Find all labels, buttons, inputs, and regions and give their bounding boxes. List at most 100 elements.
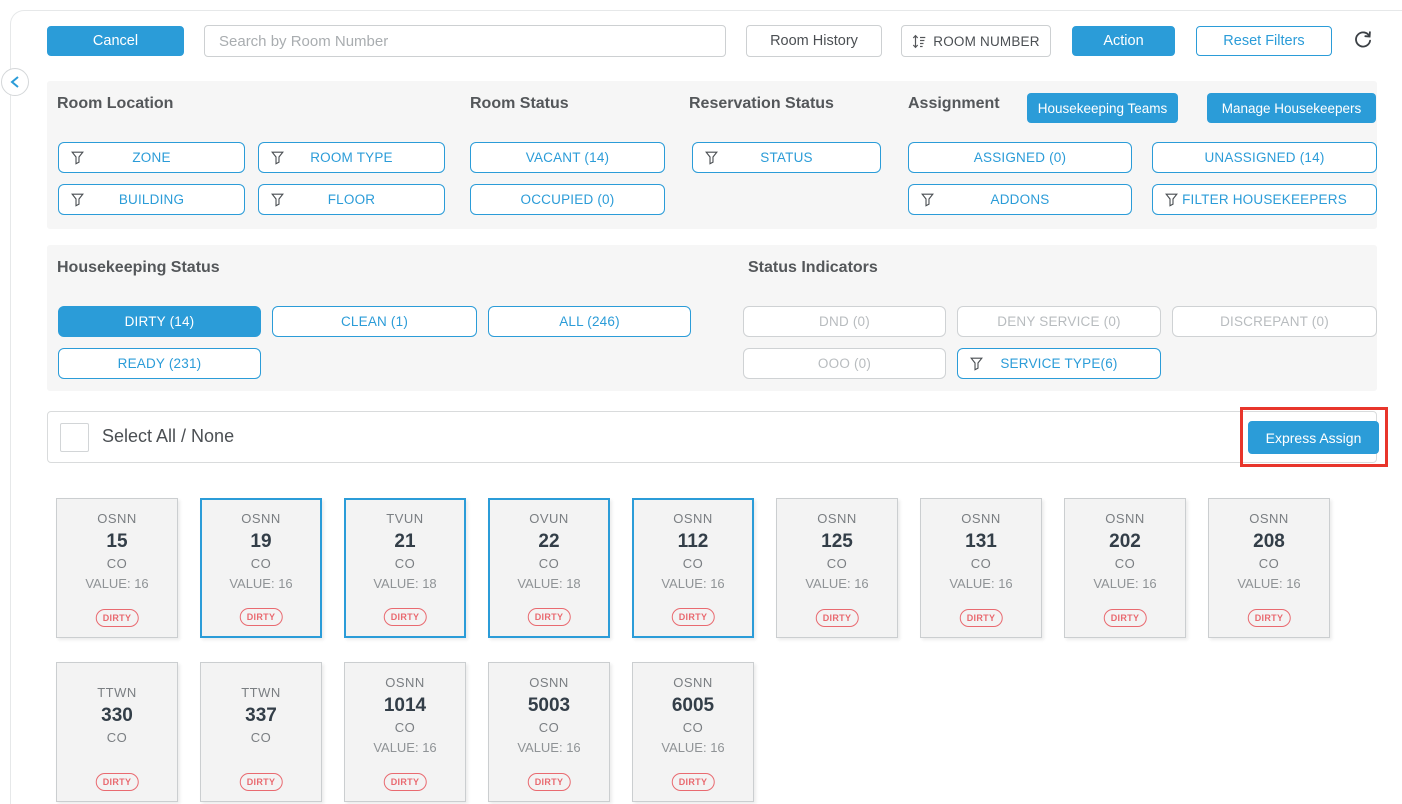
cancel-button[interactable]: Cancel (47, 26, 184, 56)
room-card[interactable]: OSNN 125 CO VALUE: 16 DIRTY (776, 498, 898, 638)
building-filter-button[interactable]: BUILDING (58, 184, 245, 215)
zone-filter-button[interactable]: ZONE (58, 142, 245, 173)
room-value-label: VALUE: 16 (805, 574, 868, 593)
room-card[interactable]: OVUN 22 CO VALUE: 18 DIRTY (488, 498, 610, 638)
floor-filter-button[interactable]: FLOOR (258, 184, 445, 215)
discrepant-filter-label: DISCREPANT (0) (1220, 314, 1329, 329)
all-filter-button[interactable]: ALL (246) (488, 306, 691, 337)
housekeeping-status-title: Housekeeping Status (57, 259, 220, 277)
housekeeping-teams-button[interactable]: Housekeeping Teams (1027, 93, 1178, 123)
room-card[interactable]: OSNN 6005 CO VALUE: 16 DIRTY (632, 662, 754, 802)
housekeeping-panel: Housekeeping Status Status Indicators DI… (47, 245, 1377, 391)
room-type-label: TTWN (241, 683, 281, 703)
filters-panel: Room Location Room Status Reservation St… (47, 81, 1377, 229)
ooo-filter-button[interactable]: OOO (0) (743, 348, 946, 379)
funnel-icon (71, 151, 84, 165)
assigned-filter-button[interactable]: ASSIGNED (0) (908, 142, 1132, 173)
dirty-badge: DIRTY (816, 609, 859, 627)
filter-housekeepers-button[interactable]: FILTER HOUSEKEEPERS (1152, 184, 1377, 215)
clean-filter-button[interactable]: CLEAN (1) (272, 306, 477, 337)
funnel-icon (1165, 193, 1178, 207)
dirty-badge: DIRTY (960, 609, 1003, 627)
action-button[interactable]: Action (1072, 26, 1175, 56)
room-number: 330 (101, 703, 133, 728)
room-card[interactable]: OSNN 1014 CO VALUE: 16 DIRTY (344, 662, 466, 802)
room-type-filter-button[interactable]: ROOM TYPE (258, 142, 445, 173)
reservation-status-label: CO (395, 554, 416, 574)
room-location-title: Room Location (57, 95, 173, 113)
room-type-label: TTWN (97, 683, 137, 703)
room-type-label: OSNN (241, 509, 281, 529)
status-filter-button[interactable]: STATUS (692, 142, 881, 173)
dirty-badge: DIRTY (240, 773, 283, 791)
funnel-icon (71, 193, 84, 207)
room-number: 19 (250, 529, 271, 554)
room-card[interactable]: TVUN 21 CO VALUE: 18 DIRTY (344, 498, 466, 638)
room-card[interactable]: OSNN 202 CO VALUE: 16 DIRTY (1064, 498, 1186, 638)
reservation-status-label: CO (539, 554, 560, 574)
room-history-button[interactable]: Room History (746, 25, 882, 57)
room-card[interactable]: OSNN 19 CO VALUE: 16 DIRTY (200, 498, 322, 638)
dirty-badge: DIRTY (240, 608, 283, 626)
room-value-label: VALUE: 16 (1237, 574, 1300, 593)
deny-service-filter-label: DENY SERVICE (0) (997, 314, 1121, 329)
room-type-label: OSNN (673, 509, 713, 529)
room-card[interactable]: OSNN 112 CO VALUE: 16 DIRTY (632, 498, 754, 638)
room-number: 5003 (528, 693, 570, 718)
reservation-status-label: CO (1259, 554, 1280, 574)
unassigned-filter-label: UNASSIGNED (14) (1204, 150, 1324, 165)
dirty-badge: DIRTY (384, 773, 427, 791)
discrepant-filter-button[interactable]: DISCREPANT (0) (1172, 306, 1377, 337)
room-number: 1014 (384, 693, 426, 718)
room-value-label: VALUE: 16 (661, 738, 724, 757)
room-type-label: OVUN (529, 509, 569, 529)
dnd-filter-button[interactable]: DND (0) (743, 306, 946, 337)
zone-filter-label: ZONE (132, 150, 170, 165)
room-card[interactable]: OSNN 15 CO VALUE: 16 DIRTY (56, 498, 178, 638)
express-assign-button[interactable]: Express Assign (1248, 421, 1379, 454)
reservation-status-label: CO (251, 554, 272, 574)
search-input[interactable] (204, 25, 726, 57)
refresh-icon (1353, 30, 1373, 50)
manage-housekeepers-button[interactable]: Manage Housekeepers (1207, 93, 1376, 123)
clean-filter-label: CLEAN (1) (341, 314, 408, 329)
room-value-label: VALUE: 16 (949, 574, 1012, 593)
reset-filters-button[interactable]: Reset Filters (1196, 26, 1332, 56)
funnel-icon (921, 193, 934, 207)
room-card-grid: OSNN 15 CO VALUE: 16 DIRTY OSNN 19 CO VA… (56, 498, 1376, 802)
occupied-filter-button[interactable]: OCCUPIED (0) (470, 184, 665, 215)
dirty-badge: DIRTY (528, 608, 571, 626)
reservation-status-label: CO (683, 718, 704, 738)
collapse-panel-button[interactable] (1, 68, 29, 96)
room-number: 112 (678, 529, 709, 554)
select-all-label: Select All / None (102, 426, 234, 447)
dirty-badge: DIRTY (1104, 609, 1147, 627)
ready-filter-button[interactable]: READY (231) (58, 348, 261, 379)
room-card[interactable]: OSNN 131 CO VALUE: 16 DIRTY (920, 498, 1042, 638)
room-card[interactable]: OSNN 5003 CO VALUE: 16 DIRTY (488, 662, 610, 802)
reservation-status-label: CO (683, 554, 704, 574)
addons-filter-button[interactable]: ADDONS (908, 184, 1132, 215)
room-card[interactable]: OSNN 208 CO VALUE: 16 DIRTY (1208, 498, 1330, 638)
funnel-icon (271, 151, 284, 165)
sort-room-number-button[interactable]: ROOM NUMBER (901, 25, 1051, 57)
funnel-icon (970, 357, 983, 371)
room-type-label: OSNN (1105, 509, 1145, 529)
main-panel: Cancel Room History ROOM NUMBER Action R… (10, 10, 1402, 804)
room-type-label: OSNN (673, 673, 713, 693)
funnel-icon (271, 193, 284, 207)
deny-service-filter-button[interactable]: DENY SERVICE (0) (957, 306, 1161, 337)
room-type-label: OSNN (97, 509, 137, 529)
select-all-checkbox[interactable] (60, 423, 89, 452)
room-card[interactable]: TTWN 330 CO DIRTY (56, 662, 178, 802)
assigned-filter-label: ASSIGNED (0) (974, 150, 1066, 165)
floor-filter-label: FLOOR (328, 192, 376, 207)
service-type-filter-button[interactable]: SERVICE TYPE(6) (957, 348, 1161, 379)
dirty-filter-button[interactable]: DIRTY (14) (58, 306, 261, 337)
refresh-button[interactable] (1351, 28, 1375, 52)
vacant-filter-button[interactable]: VACANT (14) (470, 142, 665, 173)
room-card[interactable]: TTWN 337 CO DIRTY (200, 662, 322, 802)
room-number: 337 (245, 703, 277, 728)
room-type-label: OSNN (385, 673, 425, 693)
unassigned-filter-button[interactable]: UNASSIGNED (14) (1152, 142, 1377, 173)
